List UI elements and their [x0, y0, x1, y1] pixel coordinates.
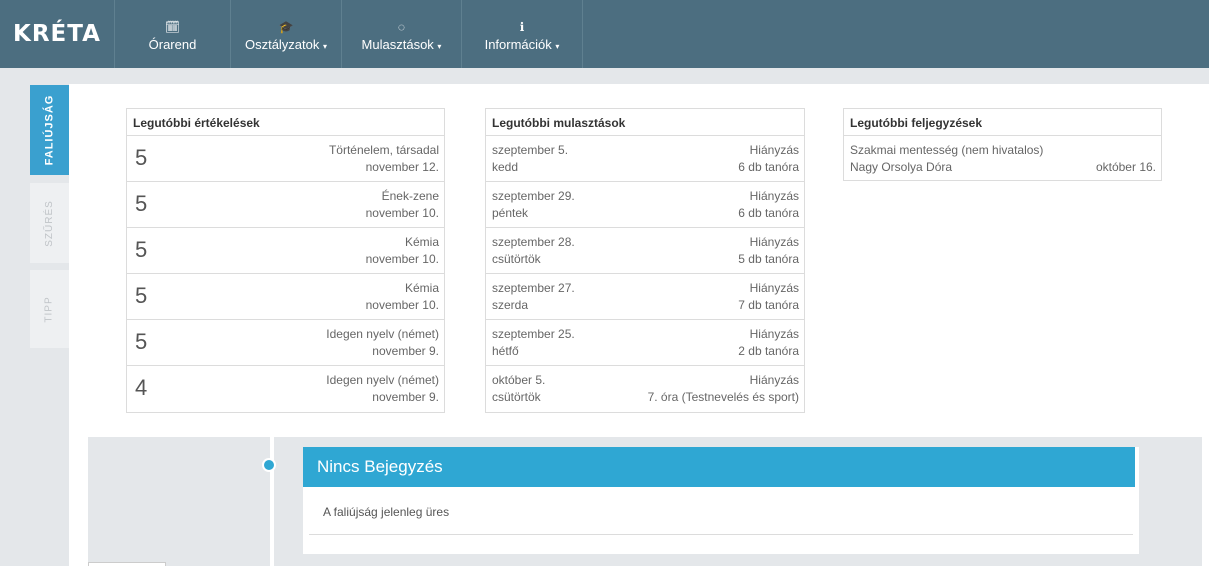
absence-date: szeptember 25. [492, 327, 575, 341]
grade-row[interactable]: 5 Kémia november 10. [127, 274, 444, 320]
tab-label: SZŰRÉS [44, 199, 55, 247]
calendar-icon: 🗓 [164, 20, 181, 34]
grade-date: november 12. [365, 160, 439, 174]
timeline-line [270, 437, 274, 566]
logo-text: KRÉTA [13, 21, 101, 47]
grade-date: november 10. [365, 298, 439, 312]
tab-label: FALIÚJSÁG [43, 94, 56, 166]
grade-subject: Idegen nyelv (német) [326, 327, 439, 341]
tab-faliujsag[interactable]: FALIÚJSÁG [30, 85, 69, 175]
absence-row[interactable]: szeptember 25. hétfő Hiányzás 2 db tanóra [486, 320, 804, 366]
absence-date: szeptember 29. [492, 189, 575, 203]
nav-orarend[interactable]: 🗓 Órarend [114, 0, 230, 68]
kreta-logo[interactable]: KRÉTA [0, 0, 114, 68]
card-title: Nincs Bejegyzés [303, 447, 1139, 487]
absence-detail: 6 db tanóra [738, 206, 799, 220]
absence-day: csütörtök [492, 390, 541, 404]
graduation-cap-icon: 🎓 [278, 20, 294, 34]
grade-value: 5 [135, 329, 148, 354]
panel-title: Legutóbbi feljegyzések [844, 109, 1161, 136]
note-author: Nagy Orsolya Dóra [850, 160, 953, 174]
absence-row[interactable]: szeptember 5. kedd Hiányzás 6 db tanóra [486, 136, 804, 182]
grade-value: 5 [135, 145, 148, 170]
absence-detail: 6 db tanóra [738, 160, 799, 174]
grade-value: 4 [135, 375, 148, 400]
grade-row[interactable]: 5 Kémia november 10. [127, 228, 444, 274]
info-icon: ℹ [519, 20, 525, 34]
recent-grades-panel: Legutóbbi értékelések 5 Történelem, társa… [126, 108, 445, 413]
absence-day: péntek [492, 206, 529, 220]
caret-down-icon: ▾ [323, 42, 328, 51]
note-row[interactable]: Szakmai mentesség (nem hivatalos) Nagy Or… [844, 136, 1161, 180]
card-body: A faliújság jelenleg üres [309, 487, 1133, 535]
absence-row[interactable]: szeptember 28. csütörtök Hiányzás 5 db tanó… [486, 228, 804, 274]
absence-type: Hiányzás [749, 327, 799, 341]
grade-subject: Kémia [404, 235, 439, 249]
recent-absences-panel: Legutóbbi mulasztások szeptember 5. kedd H… [485, 108, 805, 413]
grade-value: 5 [135, 237, 148, 262]
nav-mulasztasok[interactable]: ◌ Mulasztások ▾ [341, 0, 461, 68]
tab-tipp[interactable]: TIPP [30, 270, 69, 348]
absence-row[interactable]: szeptember 27. szerda Hiányzás 7 db tanóra [486, 274, 804, 320]
absence-day: hétfő [492, 344, 519, 358]
absence-day: szerda [492, 298, 529, 312]
absence-date: szeptember 27. [492, 281, 575, 295]
tab-label: TIPP [43, 295, 55, 323]
absence-day: csütörtök [492, 252, 541, 266]
bottom-tab[interactable] [88, 562, 166, 566]
grade-row[interactable]: 5 Idegen nyelv (német) november 9. [127, 320, 444, 366]
absence-day: kedd [492, 160, 519, 174]
timeline-dot [262, 458, 276, 472]
header-spacer [0, 68, 1209, 84]
absence-detail: 7. óra (Testnevelés és sport) [647, 390, 799, 404]
absence-type: Hiányzás [749, 281, 799, 295]
note-date: október 16. [1095, 160, 1156, 174]
grade-date: november 10. [365, 252, 439, 266]
absence-row[interactable]: szeptember 29. péntek Hiányzás 6 db tanóra [486, 182, 804, 228]
nav-label: Osztályzatok [244, 37, 320, 52]
grade-row[interactable]: 4 Idegen nyelv (német) november 9. [127, 366, 444, 412]
absence-type: Hiányzás [749, 373, 799, 387]
grade-date: november 9. [372, 344, 439, 358]
absence-type: Hiányzás [749, 143, 799, 157]
caret-down-icon: ▾ [437, 42, 442, 51]
grade-value: 5 [135, 191, 148, 216]
grade-subject: Történelem, társadal [328, 143, 439, 157]
nav-label: Információk [484, 37, 552, 52]
grade-subject: Idegen nyelv (német) [326, 373, 439, 387]
absence-type: Hiányzás [749, 235, 799, 249]
absence-detail: 5 db tanóra [738, 252, 799, 266]
grade-subject: Ének-zene [381, 189, 439, 203]
nav-label: Órarend [148, 37, 197, 52]
absence-row[interactable]: október 5. csütörtök Hiányzás 7. óra (Testn… [486, 366, 804, 412]
caret-down-icon: ▾ [555, 42, 560, 51]
absence-date: szeptember 5. [492, 143, 569, 157]
spinner-icon: ◌ [397, 20, 406, 34]
panel-title: Legutóbbi mulasztások [486, 109, 804, 136]
top-navbar: KRÉTA 🗓 Órarend 🎓 Osztályzatok ▾ ◌ Mulas… [0, 0, 1209, 68]
nav-label: Mulasztások [361, 37, 434, 52]
grade-row[interactable]: 5 Ének-zene november 10. [127, 182, 444, 228]
recent-notes-panel: Legutóbbi feljegyzések Szakmai mentesség… [843, 108, 1162, 181]
timeline-card: Nincs Bejegyzés A faliújság jelenleg üre… [303, 447, 1139, 554]
absence-date: szeptember 28. [492, 235, 575, 249]
grade-value: 5 [135, 283, 148, 308]
note-text: Szakmai mentesség (nem hivatalos) [850, 143, 1044, 157]
tab-szures[interactable]: SZŰRÉS [30, 183, 69, 263]
grade-row[interactable]: 5 Történelem, társadal november 12. [127, 136, 444, 182]
absence-date: október 5. [492, 373, 546, 387]
grade-subject: Kémia [404, 281, 439, 295]
nav-informaciok[interactable]: ℹ Információk ▾ [461, 0, 582, 68]
absence-detail: 2 db tanóra [738, 344, 799, 358]
nav-osztalyzatok[interactable]: 🎓 Osztályzatok ▾ [230, 0, 341, 68]
grade-date: november 9. [372, 390, 439, 404]
nav-divider [582, 0, 583, 68]
absence-detail: 7 db tanóra [738, 298, 799, 312]
panel-title: Legutóbbi értékelések [127, 109, 444, 136]
absence-type: Hiányzás [749, 189, 799, 203]
grade-date: november 10. [365, 206, 439, 220]
